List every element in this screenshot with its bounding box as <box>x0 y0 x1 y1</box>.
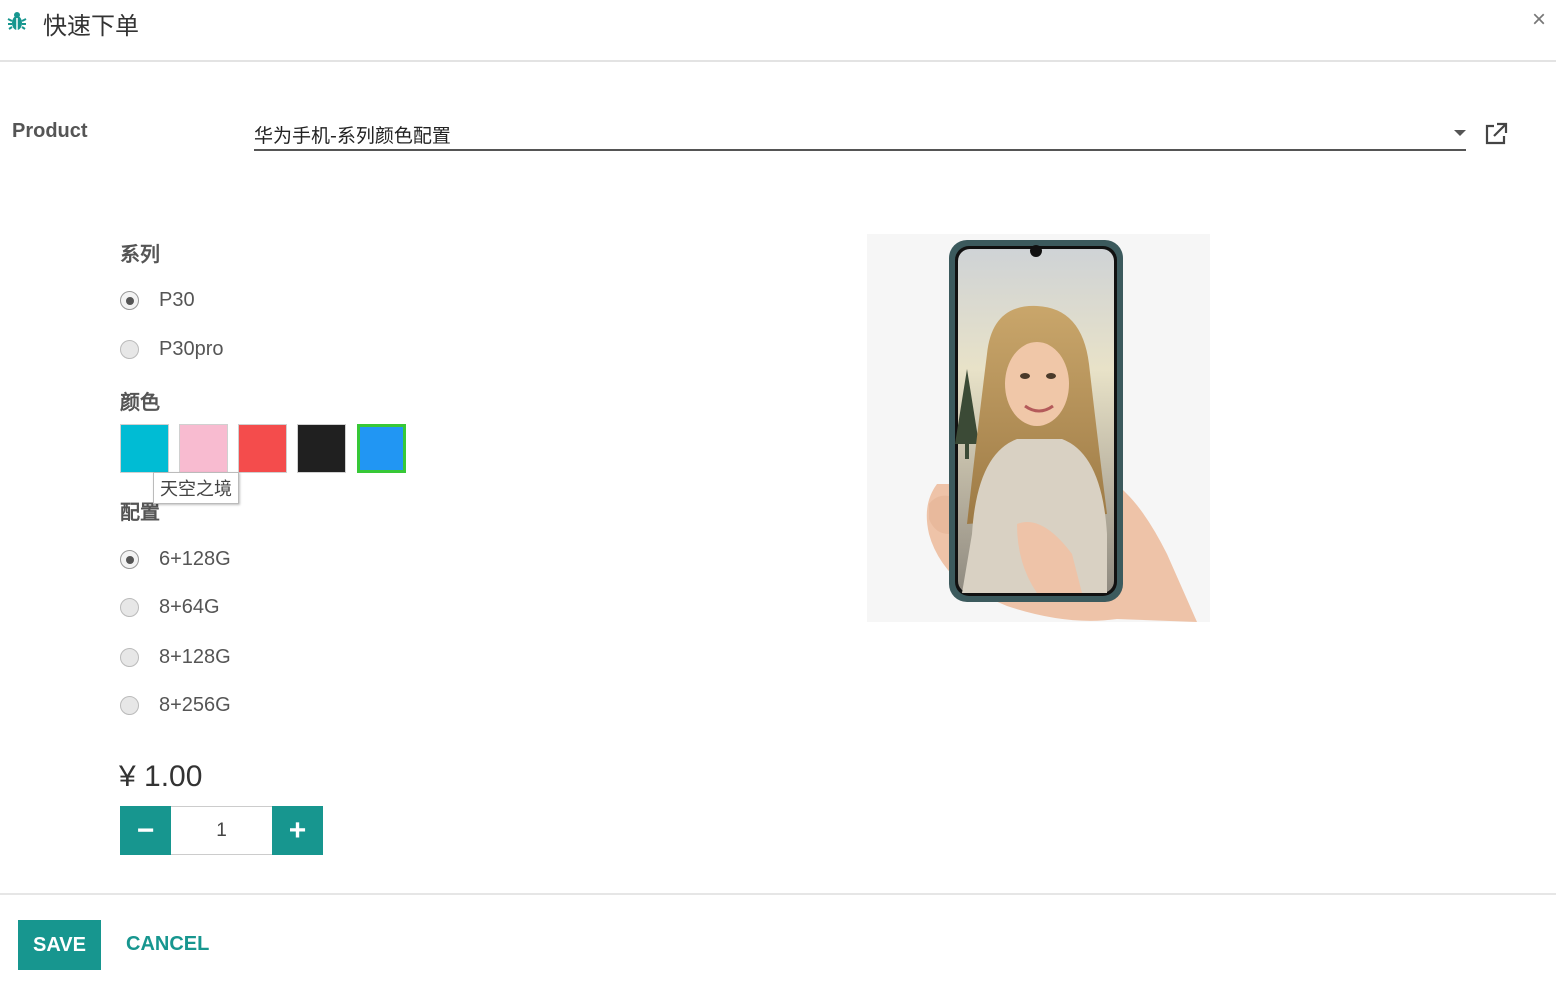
config-option-8-64[interactable]: 8+64G <box>120 595 220 619</box>
color-swatch-red[interactable] <box>238 424 287 473</box>
product-image <box>867 234 1210 622</box>
color-swatch-pink[interactable] <box>179 424 228 473</box>
bug-icon <box>7 12 27 30</box>
radio-checked-icon[interactable] <box>120 290 139 310</box>
dialog-title: 快速下单 <box>43 12 139 40</box>
config-option-label: 6+128G <box>159 547 231 570</box>
radio-unchecked-icon[interactable] <box>120 597 139 617</box>
product-label: Product <box>12 120 88 142</box>
radio-unchecked-icon[interactable] <box>120 695 139 715</box>
external-link-icon[interactable] <box>1483 121 1509 147</box>
series-option-label: P30 <box>159 288 195 311</box>
color-swatch-blue[interactable] <box>357 424 406 473</box>
save-button[interactable]: SAVE <box>18 920 101 970</box>
radio-checked-icon[interactable] <box>120 549 139 569</box>
radio-unchecked-icon[interactable] <box>120 647 139 667</box>
product-select[interactable]: 华为手机-系列颜色配置 <box>254 116 1466 151</box>
increment-button[interactable]: + <box>272 806 323 855</box>
config-option-label: 8+256G <box>159 693 231 716</box>
dialog-footer <box>0 893 1556 996</box>
price-display: ¥ 1.00 <box>119 760 203 793</box>
config-option-label: 8+128G <box>159 645 231 668</box>
series-option-label: P30pro <box>159 337 224 360</box>
color-label: 颜色 <box>120 390 160 414</box>
color-swatch-black[interactable] <box>297 424 346 473</box>
color-swatch-cyan[interactable] <box>120 424 169 473</box>
series-option-p30[interactable]: P30 <box>120 288 195 312</box>
radio-unchecked-icon[interactable] <box>120 339 139 359</box>
config-option-6-128[interactable]: 6+128G <box>120 547 231 571</box>
chevron-down-icon[interactable] <box>1454 130 1466 136</box>
quantity-stepper: − 1 + <box>120 806 323 855</box>
quantity-input[interactable]: 1 <box>171 806 272 855</box>
color-tooltip: 天空之境 <box>153 472 239 504</box>
config-option-label: 8+64G <box>159 595 220 618</box>
series-option-p30pro[interactable]: P30pro <box>120 337 224 361</box>
decrement-button[interactable]: − <box>120 806 171 855</box>
product-value: 华为手机-系列颜色配置 <box>254 125 451 147</box>
series-label: 系列 <box>120 242 160 266</box>
dialog-header: 快速下单 × <box>0 0 1556 62</box>
cancel-button[interactable]: CANCEL <box>126 933 209 956</box>
config-option-8-128[interactable]: 8+128G <box>120 645 231 669</box>
close-icon[interactable]: × <box>1532 6 1546 34</box>
config-option-8-256[interactable]: 8+256G <box>120 693 231 717</box>
